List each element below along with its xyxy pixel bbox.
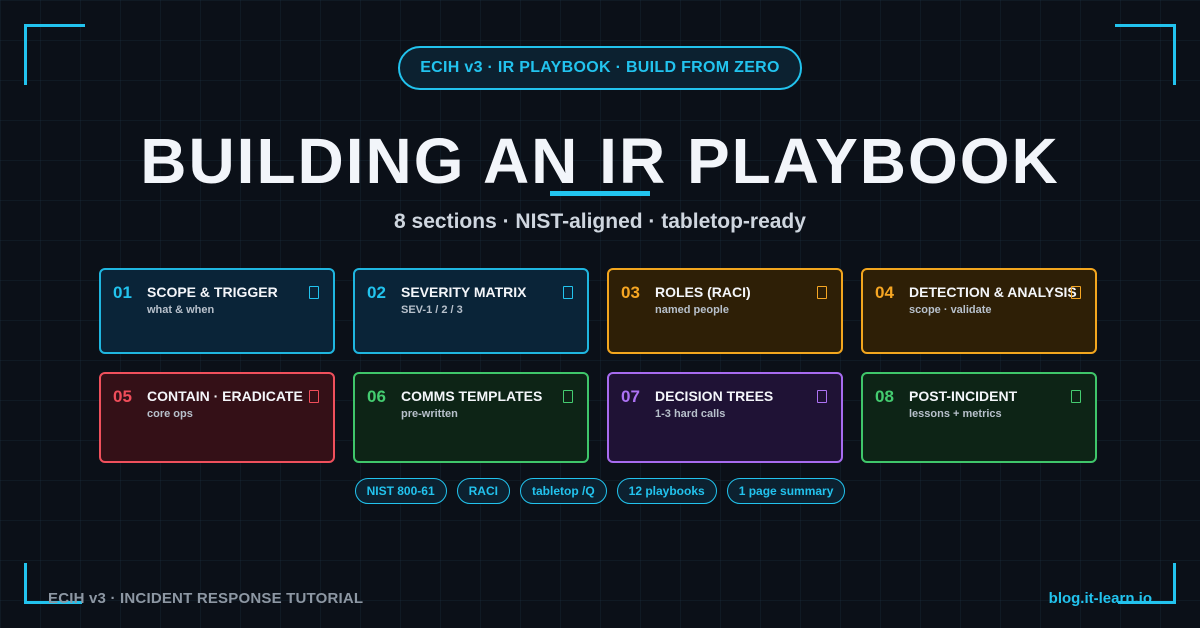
- footer-course-label: ECIH v3 · INCIDENT RESPONSE TUTORIAL: [48, 590, 364, 607]
- card-number: 02: [367, 283, 386, 302]
- section-card-severity-matrix: 02 SEVERITY MATRIX SEV-1 / 2 / 3: [353, 268, 589, 354]
- section-card-contain-eradicate: 05 CONTAIN · ERADICATE core ops: [99, 372, 335, 463]
- section-card-detection-analysis: 04 DETECTION & ANALYSIS scope · validate: [861, 268, 1097, 354]
- page-subtitle: 8 sections · NIST-aligned · tabletop-rea…: [394, 210, 806, 233]
- card-number: 08: [875, 387, 894, 406]
- page-title: BUILDING AN IR PLAYBOOK: [140, 125, 1060, 197]
- tag-nist: NIST 800-61: [354, 478, 447, 504]
- card-subtitle: lessons + metrics: [909, 408, 1002, 420]
- card-number: 03: [621, 283, 640, 302]
- tag-playbooks: 12 playbooks: [616, 478, 717, 504]
- card-title: COMMS TEMPLATES: [401, 388, 543, 404]
- document-icon: [563, 286, 573, 299]
- card-subtitle: 1-3 hard calls: [655, 408, 726, 420]
- card-title: DECISION TREES: [655, 388, 774, 404]
- card-subtitle: named people: [655, 304, 729, 316]
- tag-tabletop: tabletop /Q: [519, 478, 607, 504]
- document-icon: [817, 390, 827, 403]
- section-card-decision-trees: 07 DECISION TREES 1-3 hard calls: [607, 372, 843, 463]
- card-title: DETECTION & ANALYSIS: [909, 284, 1077, 300]
- card-title: SEVERITY MATRIX: [401, 284, 527, 300]
- tag-summary: 1 page summary: [726, 478, 846, 504]
- card-title: ROLES (RACI): [655, 284, 751, 300]
- section-card-post-incident: 08 POST-INCIDENT lessons + metrics: [861, 372, 1097, 463]
- card-number: 01: [113, 283, 132, 302]
- document-icon: [309, 390, 319, 403]
- card-number: 07: [621, 387, 640, 406]
- card-subtitle: core ops: [147, 408, 193, 420]
- section-card-roles-raci: 03 ROLES (RACI) named people: [607, 268, 843, 354]
- card-number: 06: [367, 387, 386, 406]
- tag-raci: RACI: [456, 478, 510, 504]
- card-subtitle: SEV-1 / 2 / 3: [401, 304, 463, 316]
- card-title: POST-INCIDENT: [909, 388, 1018, 404]
- document-icon: [309, 286, 319, 299]
- card-subtitle: scope · validate: [909, 304, 992, 316]
- card-subtitle: pre-written: [401, 408, 458, 420]
- document-icon: [1071, 390, 1081, 403]
- document-icon: [563, 390, 573, 403]
- card-number: 05: [113, 387, 132, 406]
- corner-bracket-bottom-left: [24, 563, 27, 604]
- corner-bracket-top-right: [1115, 24, 1176, 85]
- footer-site-link[interactable]: blog.it-learn.io: [1049, 590, 1152, 607]
- card-subtitle: what & when: [147, 304, 215, 316]
- corner-bracket-bottom-right: [1173, 563, 1176, 604]
- header-pill: ECIH v3 · IR PLAYBOOK · BUILD FROM ZERO: [398, 46, 802, 90]
- section-card-comms-templates: 06 COMMS TEMPLATES pre-written: [353, 372, 589, 463]
- card-title: CONTAIN · ERADICATE: [147, 388, 303, 404]
- corner-bracket-top-left: [24, 24, 85, 85]
- document-icon: [1071, 286, 1081, 299]
- tag-list: NIST 800-61 RACI tabletop /Q 12 playbook…: [0, 478, 1200, 504]
- section-card-scope-trigger: 01 SCOPE & TRIGGER what & when: [99, 268, 335, 354]
- card-title: SCOPE & TRIGGER: [147, 284, 278, 300]
- card-number: 04: [875, 283, 894, 302]
- title-underline: [550, 191, 650, 196]
- document-icon: [817, 286, 827, 299]
